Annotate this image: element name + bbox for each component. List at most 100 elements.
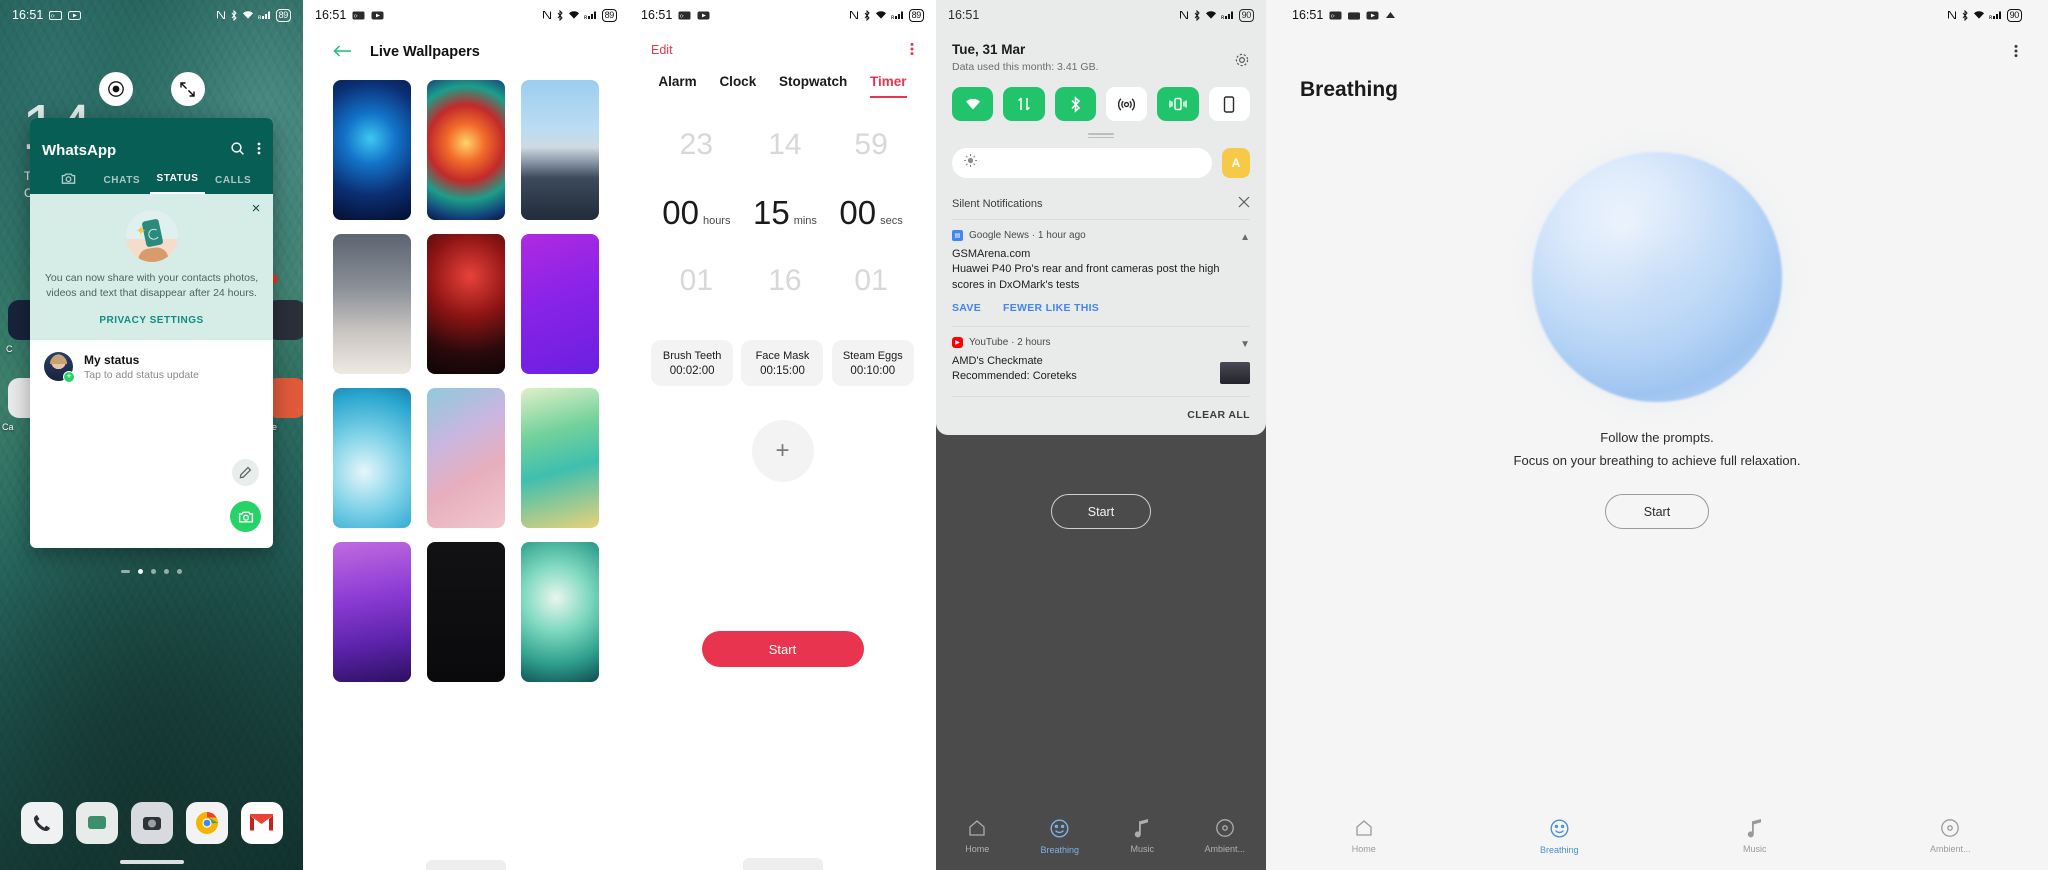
wallpaper-tile-purple-violet[interactable] bbox=[521, 234, 599, 374]
wallpapers-header: Live Wallpapers bbox=[303, 36, 629, 68]
music-icon bbox=[1133, 818, 1151, 838]
avatar[interactable]: + bbox=[44, 352, 75, 383]
start-button[interactable]: Start bbox=[1605, 494, 1709, 529]
notification-action-button[interactable]: FEWER LIKE THIS bbox=[1003, 302, 1099, 314]
wallpaper-tile-red-smoke[interactable] bbox=[427, 234, 505, 374]
preset-duration: 00:10:00 bbox=[850, 364, 896, 377]
app-label-camera: Ca bbox=[2, 422, 14, 432]
data-arrows-icon bbox=[1016, 96, 1032, 112]
whatsapp-window[interactable]: WhatsApp CHATS STATUS CALLS × ✦ You can … bbox=[30, 118, 273, 548]
wallpaper-tile-teal-swirl[interactable] bbox=[521, 542, 599, 682]
more-vertical-icon[interactable] bbox=[2014, 44, 2018, 58]
hotspot-tile[interactable] bbox=[1105, 87, 1148, 121]
vibrate-tile[interactable] bbox=[1157, 87, 1199, 121]
tab-home[interactable]: Home bbox=[1266, 818, 1462, 854]
mobile-data-tile[interactable] bbox=[1003, 87, 1045, 121]
search-icon[interactable] bbox=[230, 141, 245, 160]
tab-timer[interactable]: Timer bbox=[870, 74, 907, 98]
page-dot-widget bbox=[121, 570, 130, 573]
back-arrow-icon[interactable] bbox=[333, 43, 352, 62]
wallpaper-tile-cyan-clouds[interactable] bbox=[333, 388, 411, 528]
tab-calls[interactable]: CALLS bbox=[205, 175, 261, 194]
brightness-slider[interactable] bbox=[952, 148, 1212, 178]
tab-ambient[interactable]: Ambient... bbox=[1184, 818, 1267, 854]
battery-indicator: 89 bbox=[601, 8, 617, 22]
tab-alarm[interactable]: Alarm bbox=[658, 74, 696, 98]
privacy-settings-link[interactable]: PRIVACY SETTINGS bbox=[44, 315, 259, 326]
chevron-up-icon[interactable]: ▲ bbox=[1240, 232, 1250, 243]
expand-grip[interactable] bbox=[1088, 133, 1114, 139]
clear-all-button[interactable]: CLEAR ALL bbox=[952, 397, 1250, 435]
record-icon[interactable] bbox=[98, 72, 133, 106]
tab-clock[interactable]: Clock bbox=[719, 74, 756, 98]
camera-icon[interactable] bbox=[130, 802, 173, 844]
gear-icon[interactable] bbox=[1234, 52, 1250, 73]
timer-preset[interactable]: Brush Teeth 00:02:00 bbox=[651, 340, 734, 386]
background-start-button[interactable]: Start bbox=[1051, 494, 1151, 529]
notification-item[interactable]: ▤ Google News · 1 hour ago GSMArena.com Hua… bbox=[952, 220, 1250, 327]
hours-wheel[interactable]: 23 00 hours 01 bbox=[662, 128, 730, 298]
tab-ambient[interactable]: Ambient... bbox=[1853, 818, 2048, 854]
gmail-icon[interactable] bbox=[240, 802, 283, 844]
messages-icon[interactable] bbox=[75, 802, 118, 844]
close-icon[interactable]: × bbox=[248, 201, 264, 217]
notification-header: ▶ YouTube · 2 hours bbox=[952, 337, 1250, 348]
notification-item[interactable]: ▶ YouTube · 2 hours AMD's Checkmate Recomme… bbox=[952, 327, 1250, 397]
tab-music[interactable]: Music bbox=[1101, 818, 1184, 854]
captions-icon: o· bbox=[352, 11, 365, 20]
timer-preset[interactable]: Face Mask 00:15:00 bbox=[741, 340, 824, 386]
brightness-row: A bbox=[952, 148, 1250, 178]
svg-text:ʀ: ʀ bbox=[584, 15, 588, 20]
timer-preset[interactable]: Steam Eggs 00:10:00 bbox=[831, 340, 914, 386]
auto-brightness-toggle[interactable]: A bbox=[1222, 148, 1250, 178]
minutes-wheel[interactable]: 14 15 mins 16 bbox=[753, 128, 817, 298]
tab-chats[interactable]: CHATS bbox=[94, 175, 150, 194]
tab-status[interactable]: STATUS bbox=[149, 173, 206, 194]
wifi-icon bbox=[242, 10, 254, 20]
camera-fab[interactable] bbox=[230, 501, 261, 532]
hours-prev: 23 bbox=[679, 128, 714, 161]
wallpaper-tile-blue-mountains[interactable] bbox=[521, 80, 599, 220]
tab-breathing[interactable]: Breathing bbox=[1019, 818, 1102, 855]
device-tile[interactable] bbox=[1208, 87, 1250, 121]
bluetooth-tile[interactable] bbox=[1054, 87, 1096, 121]
page-indicator bbox=[0, 569, 303, 574]
sheet-handle[interactable] bbox=[426, 860, 506, 870]
tab-music[interactable]: Music bbox=[1657, 818, 1853, 854]
whatsapp-tabs: CHATS STATUS CALLS bbox=[42, 172, 261, 194]
bluetooth-icon bbox=[1193, 9, 1201, 21]
wallpaper-tile-orange-feather[interactable] bbox=[427, 80, 505, 220]
more-vertical-icon[interactable] bbox=[910, 42, 914, 56]
seconds-wheel[interactable]: 59 00 secs 01 bbox=[839, 128, 902, 298]
close-icon[interactable] bbox=[1238, 196, 1250, 211]
pencil-icon[interactable] bbox=[232, 459, 259, 486]
start-button[interactable]: Start bbox=[701, 631, 864, 667]
expand-icon[interactable] bbox=[170, 72, 205, 106]
signal-icon: ʀ bbox=[1989, 10, 2003, 20]
wallpaper-tile-grey-gradient[interactable] bbox=[333, 234, 411, 374]
plus-icon[interactable]: + bbox=[751, 420, 814, 482]
wifi-tile[interactable] bbox=[952, 87, 994, 121]
home-indicator[interactable] bbox=[119, 860, 184, 864]
chrome-icon[interactable] bbox=[185, 802, 228, 844]
more-vertical-icon[interactable] bbox=[257, 141, 261, 160]
edit-button[interactable]: Edit bbox=[651, 43, 673, 57]
wallpaper-tile-blue-fractal[interactable] bbox=[333, 80, 411, 220]
tab-stopwatch[interactable]: Stopwatch bbox=[779, 74, 847, 98]
wallpaper-tile-green-gold[interactable] bbox=[521, 388, 599, 528]
sheet-handle[interactable] bbox=[742, 858, 823, 870]
wallpaper-tile-purple-dark[interactable] bbox=[333, 542, 411, 682]
notification-body: Recommended: Coreteks bbox=[952, 370, 1077, 382]
tab-home[interactable]: Home bbox=[936, 818, 1019, 854]
notification-action-button[interactable]: SAVE bbox=[952, 302, 981, 314]
notification-list: ▤ Google News · 1 hour ago GSMArena.com Hua… bbox=[952, 220, 1250, 397]
wallpaper-tile-pink-lilac[interactable] bbox=[427, 388, 505, 528]
tab-camera[interactable] bbox=[42, 172, 94, 194]
tab-breathing[interactable]: Breathing bbox=[1462, 818, 1658, 855]
status-bar-home: 16:51 o· ʀ 89 bbox=[0, 0, 303, 30]
phone-icon[interactable] bbox=[20, 802, 63, 844]
wallpaper-tile-black-tile[interactable] bbox=[427, 542, 505, 682]
chevron-down-icon[interactable]: ▼ bbox=[1240, 339, 1250, 350]
my-status-row[interactable]: + My status Tap to add status update bbox=[30, 340, 273, 393]
tab-label: Music bbox=[1130, 844, 1154, 854]
